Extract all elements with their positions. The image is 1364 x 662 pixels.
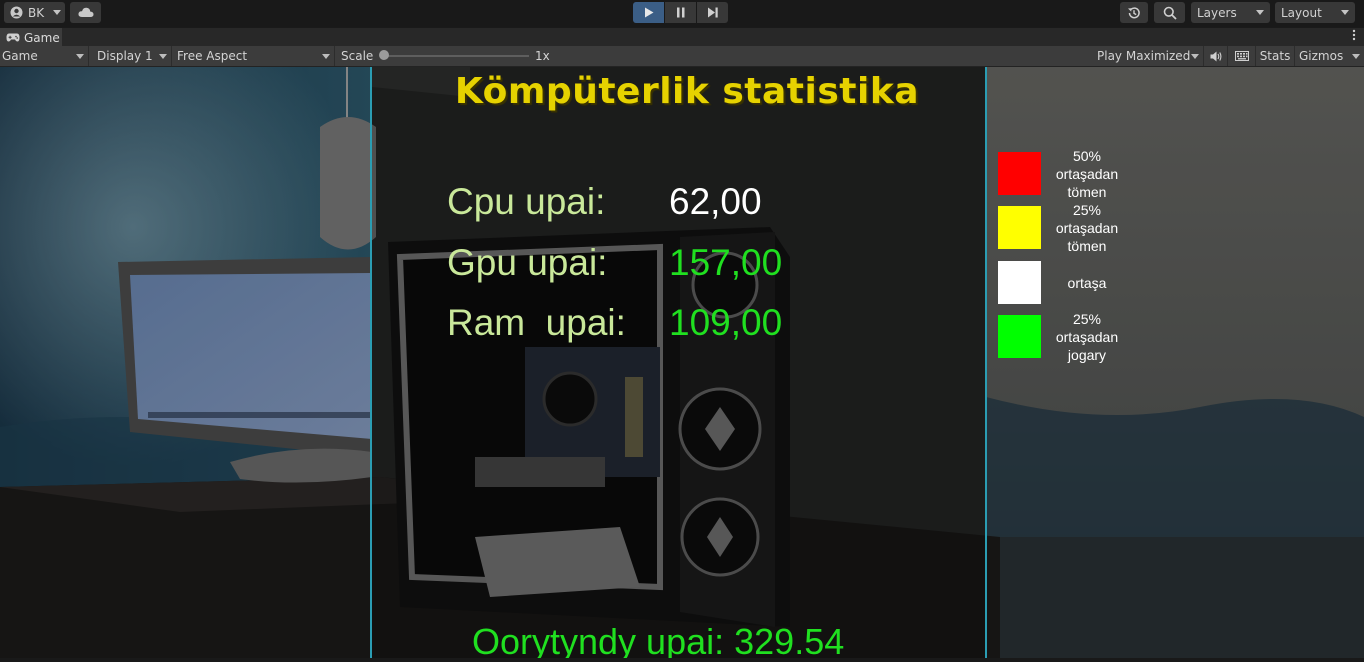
gpu-score-label: Gpu upai: <box>447 242 608 283</box>
legend-swatch-red <box>998 152 1041 195</box>
game-view[interactable]: Kömpüterlik statistika Cpu upai: 62,00 G… <box>0 67 1364 658</box>
game-scene-render <box>0 67 1364 658</box>
gamepad-icon <box>6 33 20 42</box>
chevron-down-icon <box>1256 10 1264 15</box>
aspect-dropdown[interactable]: Free Aspect <box>175 46 335 66</box>
aspect-label: Free Aspect <box>177 49 248 63</box>
account-dropdown[interactable]: BK <box>4 2 65 23</box>
tab-label: Game <box>24 30 60 45</box>
cpu-score-label: Cpu upai: <box>447 181 606 222</box>
legend-text-white: ortaşa <box>1067 275 1107 291</box>
chevron-down-icon <box>1191 53 1199 59</box>
step-icon <box>707 7 718 18</box>
audio-icon <box>1210 51 1221 61</box>
layout-dropdown[interactable]: Layout <box>1275 2 1355 23</box>
account-label: BK <box>28 5 45 20</box>
stats-button[interactable]: Stats <box>1258 46 1295 66</box>
display-dropdown[interactable]: Display 1 <box>95 46 172 66</box>
play-button[interactable] <box>633 2 664 23</box>
scale-slider-thumb[interactable] <box>379 50 389 60</box>
legend-swatch-yellow <box>998 206 1041 249</box>
gizmos-label: Gizmos <box>1299 49 1344 63</box>
gpu-score-value: 157,00 <box>669 242 783 283</box>
search-button[interactable] <box>1154 2 1185 23</box>
history-icon <box>1128 6 1140 18</box>
ram-score-label: Ram upai: <box>447 302 626 343</box>
account-icon <box>10 6 23 19</box>
cloud-icon <box>77 7 94 17</box>
chevron-down-icon <box>53 10 62 15</box>
step-button[interactable] <box>697 2 728 23</box>
pause-button[interactable] <box>665 2 696 23</box>
play-maximized-dropdown[interactable]: Play Maximized <box>1095 46 1204 66</box>
scale-label: Scale <box>341 49 374 63</box>
history-button[interactable] <box>1120 2 1148 23</box>
play-icon <box>644 7 653 18</box>
more-vert-icon <box>1352 29 1356 41</box>
layout-label: Layout <box>1281 5 1322 20</box>
statistics-title: Kömpüterlik statistika <box>454 71 920 112</box>
legend-text-green: 25% ortaşadan jogary <box>1055 311 1119 363</box>
cloud-button[interactable] <box>70 2 101 23</box>
pause-icon <box>676 7 684 18</box>
game-view-toolbar: Game Display 1 Free Aspect Scale 1x Play… <box>0 46 1364 67</box>
keyboard-icon <box>1234 51 1249 61</box>
gizmos-dropdown[interactable]: Gizmos <box>1297 46 1364 66</box>
ram-score-value: 109,00 <box>669 302 783 343</box>
legend-text-yellow: 25% ortaşadan tömen <box>1055 202 1119 254</box>
main-toolbar: BK Layers Layout <box>0 0 1364 27</box>
display-label: Display 1 <box>97 49 153 63</box>
layers-label: Layers <box>1197 5 1237 20</box>
mute-audio-button[interactable] <box>1206 46 1228 66</box>
keyboard-button[interactable] <box>1230 46 1256 66</box>
chevron-down-icon <box>159 53 167 59</box>
tab-game[interactable]: Game <box>0 28 62 47</box>
scale-slider-track[interactable] <box>384 55 529 57</box>
chevron-down-icon <box>1341 10 1349 15</box>
legend-swatch-green <box>998 315 1041 358</box>
game-mode-dropdown[interactable]: Game <box>0 46 89 66</box>
chevron-down-icon <box>1352 53 1360 59</box>
play-maximized-label: Play Maximized <box>1097 49 1191 63</box>
chevron-down-icon <box>76 53 84 59</box>
layers-dropdown[interactable]: Layers <box>1191 2 1270 23</box>
chevron-down-icon <box>322 53 330 59</box>
bottom-border <box>0 658 1364 662</box>
cpu-score-value: 62,00 <box>669 181 762 222</box>
scale-value: 1x <box>535 49 550 63</box>
search-icon <box>1163 6 1177 20</box>
total-score: Oorytyndy upai: 329.54 <box>472 621 845 658</box>
legend-swatch-white <box>998 261 1041 304</box>
legend-text-red: 50% ortaşadan tömen <box>1055 148 1119 200</box>
more-options-button[interactable] <box>1352 29 1356 45</box>
tab-bar: Game <box>0 27 1364 47</box>
play-controls <box>633 2 728 23</box>
game-mode-label: Game <box>2 49 38 63</box>
